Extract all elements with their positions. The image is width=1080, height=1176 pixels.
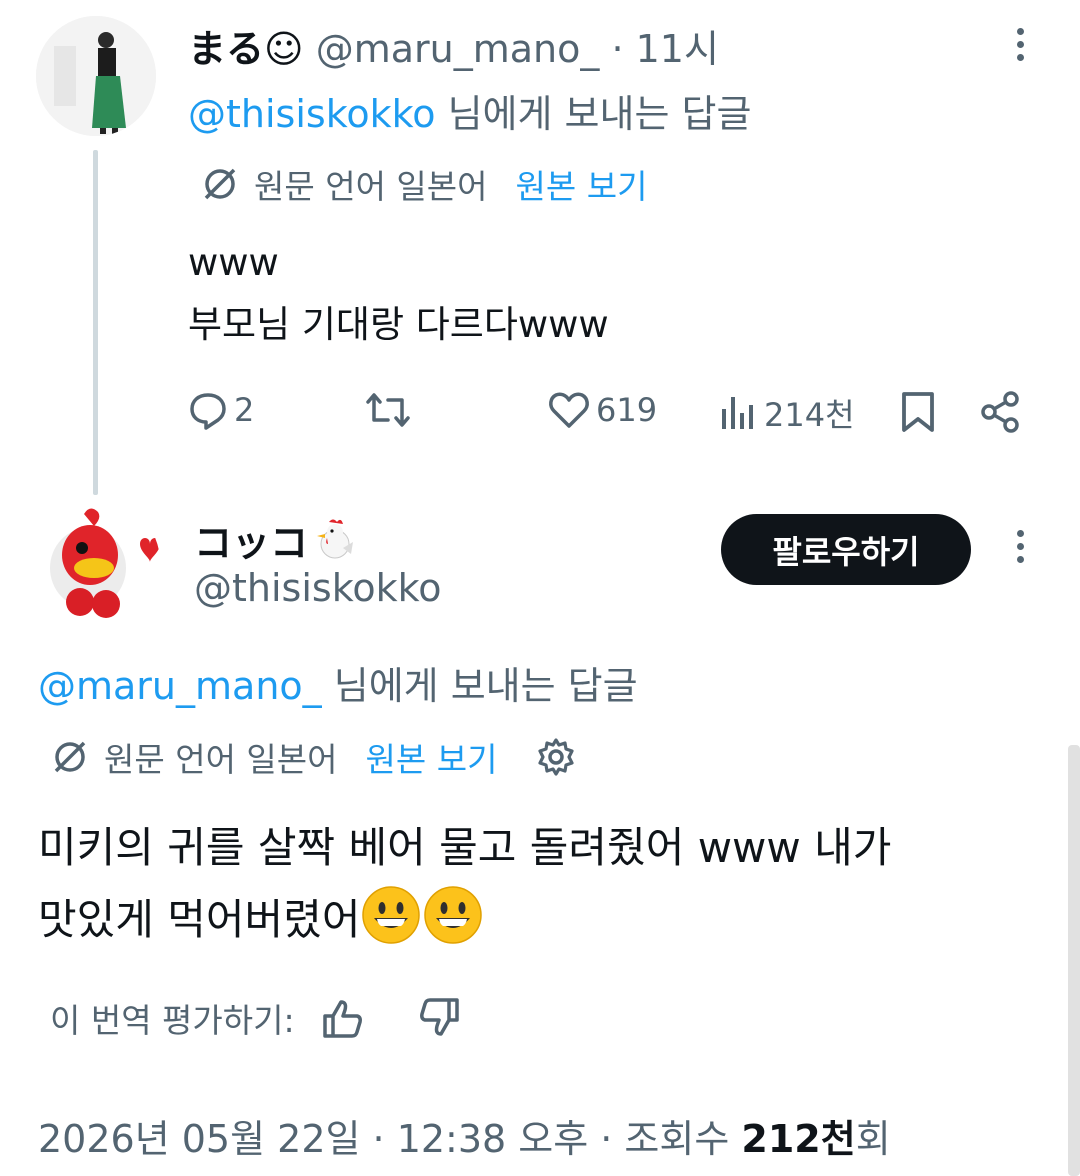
- like-button[interactable]: 619: [548, 390, 657, 430]
- bookmark-icon: [902, 392, 934, 432]
- display-name[interactable]: まる☺: [188, 27, 304, 71]
- tweet-text-line-2: 맛있게 먹어버렸어: [38, 884, 891, 956]
- tweet-text: 맛있게 먹어버렸어: [38, 895, 361, 944]
- more-dot-icon: [1016, 54, 1024, 61]
- tweet-body: www 부모님 기대랑 다르다www: [188, 232, 609, 356]
- reply-to-label: 님에게 보내는 답글: [321, 664, 638, 708]
- tweet-text-line: 미키의 귀를 살짝 베어 물고 돌려줬어 www 내가: [38, 823, 892, 872]
- more-dot-icon: [1016, 41, 1024, 48]
- reply-icon: [188, 390, 228, 430]
- more-dot-icon: [1016, 543, 1024, 550]
- thread-line: [93, 150, 98, 495]
- share-icon: [981, 391, 1019, 433]
- reply-to-handle-link[interactable]: @thisiskokko: [188, 92, 436, 136]
- author-name-row: コッコ: [194, 512, 359, 567]
- translate-icon: [200, 164, 240, 204]
- handle[interactable]: @thisiskokko: [194, 566, 442, 610]
- heart-icon: [548, 390, 590, 430]
- avatar[interactable]: [36, 500, 160, 624]
- like-count: 619: [596, 391, 658, 429]
- grinning-face-icon: [360, 884, 422, 946]
- tweet-text-line: 부모님 기대랑 다르다www: [188, 303, 609, 346]
- gear-icon[interactable]: [535, 736, 577, 778]
- share-button[interactable]: [978, 390, 1022, 434]
- reply-to-handle-link[interactable]: @maru_mano_: [38, 664, 322, 708]
- tweet-body: 미키의 귀를 살짝 베어 물고 돌려줬어 www 내가 맛있게 먹어버렸어: [38, 812, 891, 956]
- view-count: 214천: [764, 396, 855, 434]
- more-options-button[interactable]: [1013, 530, 1027, 563]
- avatar[interactable]: [36, 16, 156, 136]
- rate-translation-label: 이 번역 평가하기:: [50, 1001, 295, 1040]
- reply-to-line: @maru_mano_ 님에게 보내는 답글: [38, 655, 638, 710]
- grinning-face-icon: [422, 884, 484, 946]
- retweet-button[interactable]: [364, 390, 418, 430]
- chicken-emoji-icon: [313, 516, 359, 566]
- more-options-button[interactable]: [1013, 28, 1027, 61]
- reply-to-line: @thisiskokko 님에게 보내는 답글: [188, 83, 751, 138]
- tweet-timestamp: 2026년 05월 22일 · 12:38 오후 · 조회수 212천회: [38, 1108, 891, 1163]
- translation-note: 원문 언어 일본어: [104, 740, 338, 779]
- reply-button[interactable]: 2: [188, 390, 254, 430]
- bookmark-button[interactable]: [898, 390, 938, 434]
- translation-note: 원문 언어 일본어: [254, 167, 488, 206]
- views-button[interactable]: 214천: [718, 390, 855, 436]
- follow-button[interactable]: 팔로우하기: [721, 514, 971, 585]
- reply-count: 2: [234, 391, 255, 429]
- view-original-link[interactable]: 원본 보기: [516, 160, 648, 208]
- scrollbar[interactable]: [1068, 745, 1080, 1176]
- tweet-text-line: www: [188, 241, 279, 284]
- view-count-unit: 회: [855, 1117, 891, 1161]
- timestamp-text[interactable]: 2026년 05월 22일 · 12:38 오후 · 조회수: [38, 1117, 741, 1161]
- retweet-icon: [364, 390, 412, 430]
- rate-translation-bar: 이 번역 평가하기:: [50, 994, 461, 1042]
- more-dot-icon: [1016, 530, 1024, 537]
- thumbs-up-icon[interactable]: [321, 996, 365, 1040]
- reply-header: まる☺ @maru_mano_ · 11시: [188, 18, 719, 73]
- timestamp[interactable]: · 11시: [611, 27, 718, 71]
- thumbs-down-icon[interactable]: [417, 996, 461, 1040]
- display-name[interactable]: コッコ: [194, 521, 308, 565]
- more-dot-icon: [1016, 556, 1024, 563]
- translate-icon: [50, 737, 90, 777]
- more-dot-icon: [1016, 28, 1024, 35]
- handle[interactable]: @maru_mano_: [316, 27, 600, 71]
- view-original-link[interactable]: 원본 보기: [366, 733, 498, 781]
- analytics-icon: [718, 393, 758, 433]
- view-count: 212천: [741, 1117, 856, 1161]
- translation-bar: 원문 언어 일본어 원본 보기: [200, 160, 647, 208]
- reply-to-label: 님에게 보내는 답글: [435, 92, 752, 136]
- translation-bar: 원문 언어 일본어 원본 보기: [50, 733, 577, 781]
